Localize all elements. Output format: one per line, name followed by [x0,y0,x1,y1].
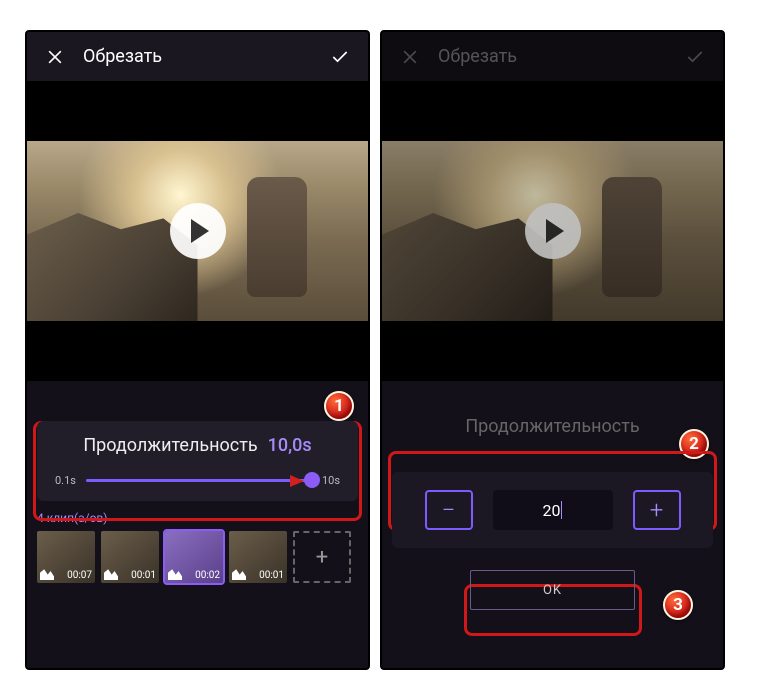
duration-label: Продолжительность [382,416,723,437]
duration-slider[interactable] [86,479,312,482]
duration-input-value: 20 [543,501,561,520]
clip-thumb[interactable] [37,531,95,583]
play-icon[interactable] [170,203,226,259]
slider-thumb[interactable] [304,472,320,488]
text-cursor [561,501,562,519]
clip-thumb[interactable] [165,531,223,583]
play-icon[interactable] [525,203,581,259]
slider-max-label: 10s [322,474,340,487]
confirm-icon[interactable] [330,47,350,67]
clip-thumb[interactable] [229,531,287,583]
confirm-icon[interactable] [685,47,705,67]
page-title: Обрезать [83,46,330,67]
duration-stepper: − 20 + [392,472,713,548]
duration-panel: Продолжительность 10,0s 0.1s 10s [37,421,358,501]
add-clip-button[interactable]: + [293,531,351,583]
video-preview [27,81,368,381]
slider-min-label: 0.1s [55,474,76,487]
close-icon[interactable] [45,47,65,67]
header: Обрезать [27,32,368,81]
duration-label: Продолжительность [83,435,257,456]
arrow-icon [290,475,304,487]
close-icon[interactable] [400,47,420,67]
annotation-badge-3: 3 [663,590,693,620]
increment-button[interactable]: + [633,490,681,530]
video-preview [382,81,723,381]
ok-label: OK [543,583,562,598]
clip-thumb[interactable] [101,531,159,583]
controls-area: Продолжительность 2 − 20 + OK 3 [382,381,723,668]
duration-input[interactable]: 20 [493,490,613,530]
header: Обрезать [382,32,723,81]
controls-area: 1 Продолжительность 10,0s 0.1s 10s 4 кли… [27,381,368,668]
clips-count: 4 клип(а/ов) [37,511,358,525]
ok-button[interactable]: OK [470,570,635,610]
decrement-button[interactable]: − [425,490,473,530]
page-title: Обрезать [438,46,685,67]
screen-left: Обрезать 1 Продолжительность 10,0s 0.1s … [25,30,370,670]
annotation-badge-1: 1 [324,391,354,421]
clips-row: 4 клип(а/ов) + [37,511,358,583]
duration-value[interactable]: 10,0s [268,435,312,456]
screen-right: Обрезать Продолжительность 2 − 20 + OK 3 [380,30,725,670]
